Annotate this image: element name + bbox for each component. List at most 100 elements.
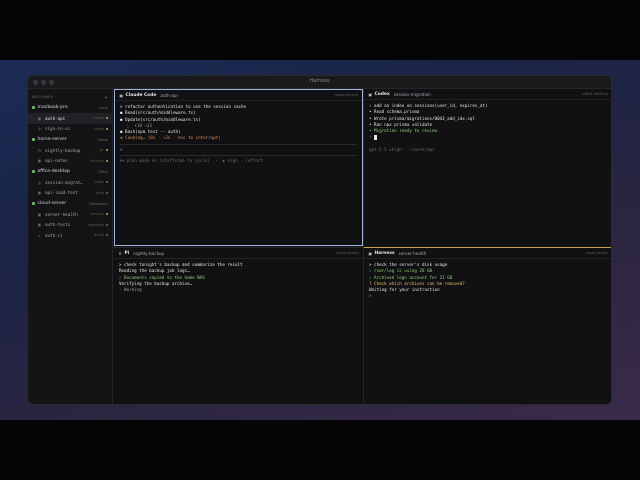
sidebar: MACHINES + macbook-pro Local ▣ auth-api clau… (28, 89, 113, 404)
divider (120, 143, 357, 145)
session-status-dot (105, 223, 108, 226)
session-status-dot (105, 191, 108, 194)
pane-session: auth-api (160, 92, 178, 98)
session-agent: codex (94, 180, 104, 185)
session-status-dot (105, 213, 108, 216)
machine-location: Office (98, 169, 108, 174)
pane-session: session-migration (393, 91, 431, 97)
machine-status-dot (32, 138, 35, 141)
session-status-dot (105, 181, 108, 184)
input-prompt: > (369, 293, 372, 299)
pane-harness[interactable]: ▣ Harness server-health cloud-server > c… (364, 247, 611, 404)
machine-office-desktop[interactable]: office-desktop Office (28, 166, 112, 177)
session-agent: droid (94, 233, 104, 238)
session-item-api-notes[interactable]: ▣ api-notes harness (28, 156, 112, 167)
machine-cloud-server[interactable]: cloud-server Datacenter (28, 198, 112, 209)
app-title: Harness (309, 78, 330, 84)
pane-agent: Harness (374, 250, 395, 256)
session-name: auth-tests (45, 222, 71, 228)
terminal-line: ✻ Cooking… (8s · ↑2s · esc to interrupt) (120, 135, 221, 141)
machine-status-dot (32, 106, 35, 109)
codex-icon: ◎ (38, 126, 41, 132)
pane-header: π Pi nightly-backup home-server (114, 248, 363, 259)
session-status-dot (105, 149, 108, 152)
session-item-sign-in-ui[interactable]: ◎ sign-in-ui codex (28, 124, 112, 135)
session-status-dot (105, 117, 108, 120)
session-status-dot (105, 127, 108, 130)
session-agent: harness (90, 212, 104, 217)
session-status-dot (105, 159, 108, 162)
pane-host: home-server (336, 251, 359, 255)
input-prompt: › (369, 134, 372, 140)
pane-session: nightly-backup (133, 250, 165, 256)
terminal-icon: ▣ (38, 190, 41, 196)
machine-location: Home (97, 137, 108, 142)
pane-codex[interactable]: ▣ Codex session-migration office-desktop… (364, 89, 611, 246)
pi-icon: π (38, 147, 41, 153)
session-agent: claude (92, 116, 104, 121)
terminal-icon: ▣ (368, 250, 373, 256)
pane-host: cloud-server (585, 251, 608, 255)
add-machine-button[interactable]: + (104, 95, 108, 100)
terminal-line: · Working (119, 287, 142, 293)
pane-claude-code[interactable]: ▣ Claude Code auth-api macbook-pro > ref… (114, 89, 363, 246)
pane-agent: Claude Code (125, 92, 157, 98)
terminal-output[interactable]: › add an index on sessions(user_id, expi… (364, 100, 611, 156)
machine-list: macbook-pro Local ▣ auth-api claude ◎ sign-in-… (28, 102, 112, 241)
session-name: server-health (45, 211, 78, 217)
pane-session: server-health (398, 250, 427, 256)
droid-icon: ▸ (38, 232, 41, 238)
terminal-output[interactable]: > refactor authentication to use the ses… (115, 101, 362, 167)
machine-home-server[interactable]: home-server Home (28, 134, 112, 145)
session-agent: pi (99, 148, 104, 153)
sidebar-header: MACHINES + (28, 92, 112, 102)
machine-name: cloud-server (37, 201, 67, 206)
session-agent: harness (90, 158, 104, 163)
terminal-icon: ▣ (119, 92, 124, 98)
machine-name: office-desktop (37, 169, 71, 174)
terminal-output[interactable]: > check tonight's backup and summarize t… (114, 259, 363, 296)
machine-location: Datacenter (88, 201, 108, 206)
status-footer: gpt-5.5 xhigh · ~/work/api (369, 146, 435, 152)
pane-divider (363, 89, 364, 404)
title-bar: Harness (28, 76, 611, 89)
machine-location: Local (99, 105, 108, 110)
session-name: api-notes (45, 158, 68, 164)
codex-icon: ▣ (368, 91, 373, 97)
pi-icon: π (119, 250, 122, 256)
machine-status-dot (32, 170, 35, 173)
machine-name: macbook-pro (37, 105, 68, 110)
codex-icon: ◎ (38, 179, 41, 185)
session-item-auth-api[interactable]: ▣ auth-api claude (28, 113, 112, 124)
session-item-auth-ci[interactable]: ▸ auth-ci droid (28, 230, 112, 241)
app-window: Harness MACHINES + macbook-pro Local ▣ auth… (27, 75, 612, 405)
pane-header: ▣ Codex session-migration office-desktop (364, 89, 611, 100)
terminal-icon: ▣ (38, 222, 41, 228)
terminal-output[interactable]: > check the server's disk usage ✓ /var/lo… (364, 259, 611, 303)
session-item-auth-tests[interactable]: ▣ auth-tests opencode (28, 220, 112, 231)
pane-pi[interactable]: π Pi nightly-backup home-server > check … (114, 247, 363, 404)
pane-agent: Pi (124, 250, 130, 256)
session-agent: codex (94, 126, 104, 131)
pane-host: office-desktop (582, 92, 609, 96)
session-item-api-load-test[interactable]: ▣ api-load-test grok (28, 188, 112, 199)
session-name: sign-in-ui (45, 126, 71, 132)
sidebar-title: MACHINES (32, 95, 54, 99)
session-name: session-migrat… (45, 179, 83, 185)
terminal-icon: ▣ (38, 115, 41, 121)
session-item-nightly-backup[interactable]: π nightly-backup pi (28, 145, 112, 156)
pane-header: ▣ Harness server-health cloud-server (364, 248, 611, 259)
session-name: api-load-test (45, 190, 78, 196)
status-footer: ⏵⏵ plan mode on (shift+tab to cycle) · ◐… (120, 158, 263, 164)
session-item-server-health[interactable]: ▣ server-health harness (28, 209, 112, 220)
session-item-session-migrat[interactable]: ◎ session-migrat… codex (28, 177, 112, 188)
pane-host: macbook-pro (334, 93, 358, 97)
pane-agent: Codex (374, 91, 390, 97)
session-name: auth-ci (45, 232, 63, 238)
divider (120, 155, 357, 157)
machine-name: home-server (37, 137, 67, 142)
input-prompt: > (120, 146, 123, 152)
session-status-dot (105, 234, 108, 237)
text-cursor (374, 135, 377, 140)
machine-macbook-pro[interactable]: macbook-pro Local (28, 102, 112, 113)
